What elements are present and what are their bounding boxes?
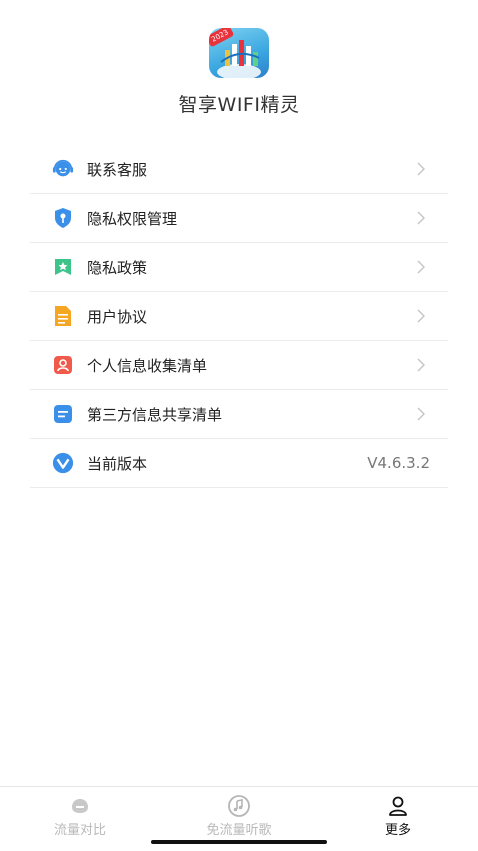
shield-key-icon: [52, 207, 74, 229]
tab-label: 免流量听歌: [206, 823, 272, 838]
menu-label: 隐私权限管理: [87, 209, 178, 228]
tab-more[interactable]: 更多: [348, 795, 448, 838]
list-card-icon: [52, 403, 74, 425]
chevron-right-icon: [417, 407, 425, 421]
chevron-right-icon: [417, 358, 425, 372]
chevron-right-icon: [417, 309, 425, 323]
tab-label: 更多: [384, 823, 411, 838]
tab-label: 流量对比: [53, 823, 106, 838]
data-compare-icon: [30, 795, 130, 817]
tab-data-compare[interactable]: 流量对比: [30, 795, 130, 838]
header: 2023 智享WIFI精灵: [0, 0, 478, 140]
menu-label: 第三方信息共享清单: [87, 405, 223, 424]
settings-menu: 联系客服 隐私权限管理 隐私政策 用户协议 个人信息收集清单 第三方信息共享清单…: [30, 145, 448, 488]
chevron-right-icon: [417, 162, 425, 176]
chevron-right-icon: [417, 211, 425, 225]
app-title: 智享WIFI精灵: [178, 94, 300, 116]
document-icon: [52, 305, 74, 327]
customer-service-icon: [52, 158, 74, 180]
version-icon: [52, 452, 74, 474]
star-bookmark-icon: [52, 256, 74, 278]
menu-label: 当前版本: [87, 454, 148, 473]
menu-label: 个人信息收集清单: [87, 356, 208, 375]
home-indicator: [151, 840, 327, 844]
person-card-icon: [52, 354, 74, 376]
menu-label: 隐私政策: [87, 258, 148, 277]
menu-item-customer-service[interactable]: 联系客服: [30, 145, 448, 194]
menu-item-third-party-sharing[interactable]: 第三方信息共享清单: [30, 390, 448, 439]
menu-item-current-version[interactable]: 当前版本 V4.6.3.2: [30, 439, 448, 488]
menu-label: 用户协议: [87, 307, 148, 326]
menu-item-privacy-permissions[interactable]: 隐私权限管理: [30, 194, 448, 243]
tab-free-music[interactable]: 免流量听歌: [189, 795, 289, 838]
menu-item-personal-info-list[interactable]: 个人信息收集清单: [30, 341, 448, 390]
chevron-right-icon: [417, 260, 425, 274]
menu-item-privacy-policy[interactable]: 隐私政策: [30, 243, 448, 292]
menu-label: 联系客服: [87, 160, 148, 179]
music-icon: [189, 795, 289, 817]
person-icon: [348, 795, 448, 817]
menu-item-user-agreement[interactable]: 用户协议: [30, 292, 448, 341]
app-logo: 2023: [209, 28, 269, 78]
version-value: V4.6.3.2: [367, 454, 430, 472]
